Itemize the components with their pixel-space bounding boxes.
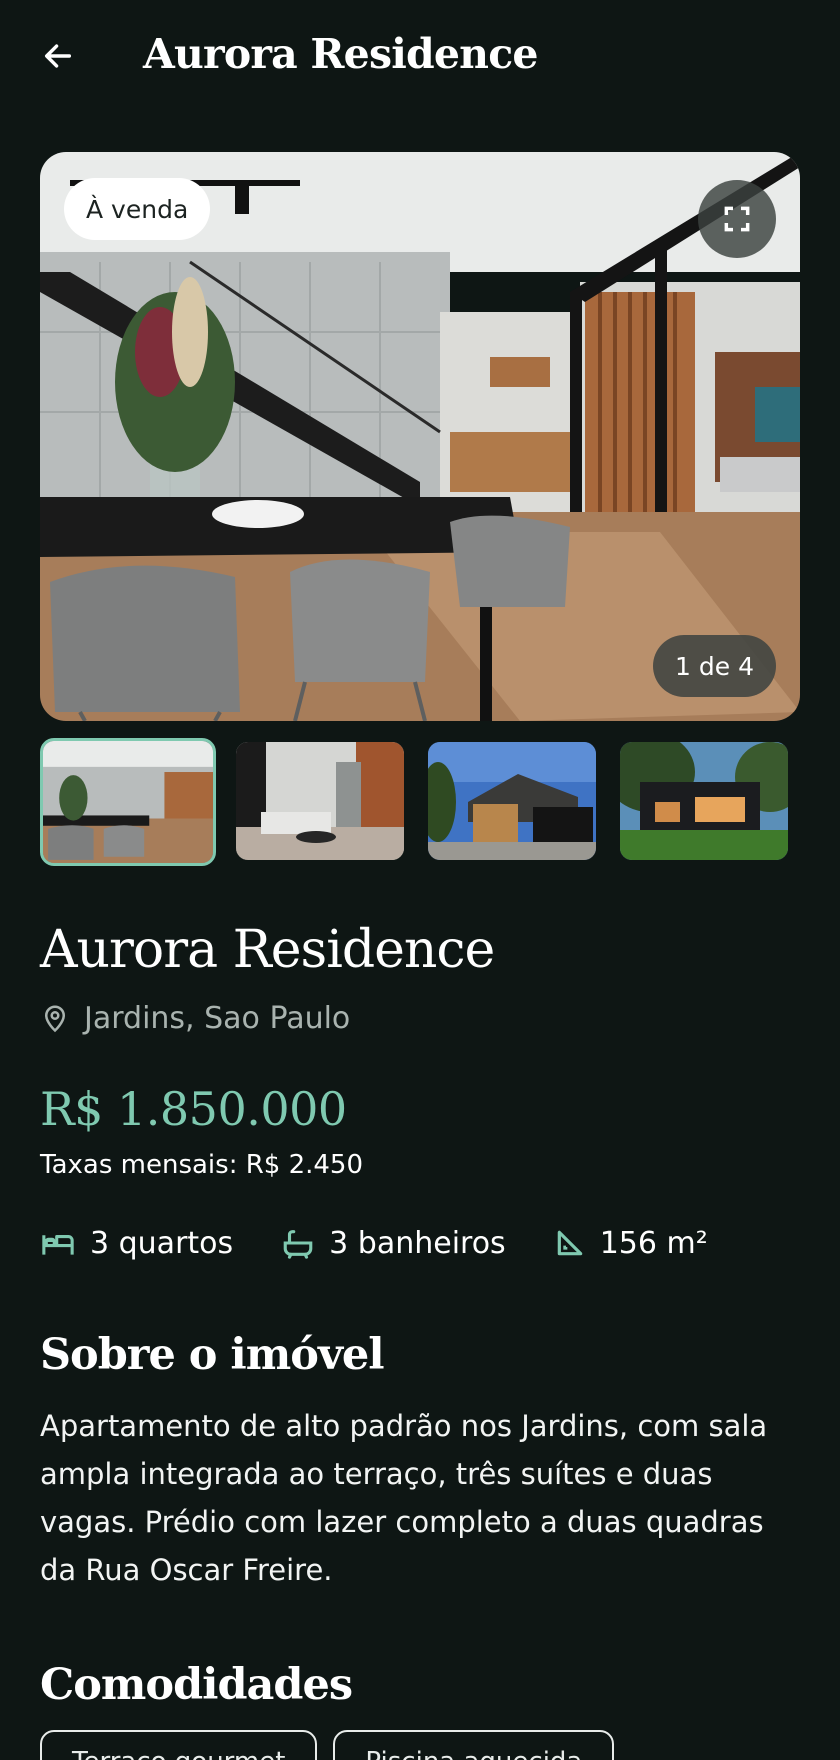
arrow-left-icon — [44, 44, 72, 68]
property-location: Jardins, Sao Paulo — [40, 996, 350, 1040]
feature-bathrooms: 3 banheiros — [281, 1226, 506, 1261]
map-pin-icon — [44, 1005, 66, 1033]
about-section-title: Sobre o imóvel — [40, 1330, 385, 1380]
amenity-chip[interactable]: Terraço gourmet — [40, 1730, 318, 1760]
thumbnail-image — [620, 742, 788, 860]
property-title: Aurora Residence — [40, 920, 495, 980]
thumbnail-image — [236, 742, 404, 860]
location-text: Jardins, Sao Paulo — [84, 1000, 351, 1036]
thumbnail-strip — [40, 738, 800, 866]
fullscreen-button[interactable] — [698, 180, 776, 258]
thumbnail-2[interactable] — [236, 742, 404, 860]
thumbnail-image — [43, 741, 213, 863]
top-app-bar: Aurora Residence — [0, 0, 840, 116]
photo-counter: 1 de 4 — [653, 635, 776, 697]
feature-area: 156 m² — [554, 1226, 708, 1261]
amenities-chip-list: Terraço gourmet Piscina aquecida — [40, 1730, 615, 1760]
feature-label: 3 banheiros — [329, 1225, 506, 1261]
monthly-fees: Taxas mensais: R$ 2.450 — [40, 1150, 364, 1180]
about-description: Apartamento de alto padrão nos Jardins, … — [40, 1409, 768, 1587]
back-button[interactable] — [38, 36, 78, 76]
feature-label: 156 m² — [599, 1225, 708, 1261]
thumbnail-4[interactable] — [620, 742, 788, 860]
amenities-section-title: Comodidades — [40, 1660, 353, 1710]
fullscreen-icon — [724, 206, 750, 232]
header-title: Aurora Residence — [143, 30, 538, 78]
amenity-chip[interactable]: Piscina aquecida — [333, 1730, 615, 1760]
bathtub-icon — [283, 1230, 313, 1259]
photo-gallery-main[interactable]: À venda 1 de 4 — [40, 152, 800, 721]
feature-label: 3 quartos — [90, 1225, 234, 1261]
bed-icon — [42, 1235, 74, 1255]
for-sale-badge: À venda — [64, 178, 211, 240]
property-price: R$ 1.850.000 — [40, 1082, 347, 1136]
thumbnail-3[interactable] — [428, 742, 596, 860]
property-features: 3 quartos 3 banheiros 156 m² — [40, 1220, 756, 1266]
thumbnail-1[interactable] — [40, 738, 216, 866]
feature-bedrooms: 3 quartos — [40, 1226, 233, 1261]
thumbnail-image — [428, 742, 596, 860]
area-ruler-icon — [557, 1230, 582, 1256]
